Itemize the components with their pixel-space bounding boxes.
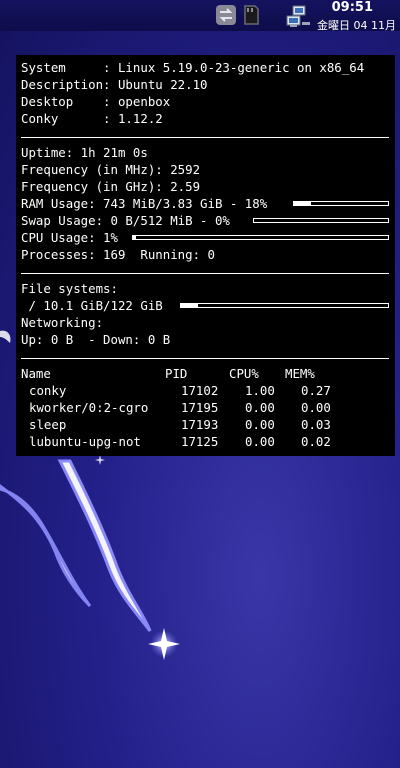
filesystems-label: File systems:: [21, 281, 118, 296]
network-traffic-line: Up: 0 B - Down: 0 B: [21, 332, 171, 347]
memory-card-icon[interactable]: [241, 5, 261, 25]
conky-version-line: Conky : 1.12.2: [21, 111, 163, 126]
process-cpu: 0.00: [245, 417, 275, 432]
ram-usage-bar-fill: [294, 202, 311, 205]
process-name: kworker/0:2-cgro: [29, 400, 149, 415]
root-filesystem-line: / 10.1 GiB/122 GiB: [21, 298, 163, 313]
uptime-line: Uptime: 1h 21m 0s: [21, 145, 148, 160]
process-mem: 0.02: [301, 434, 331, 449]
processes-line: Processes: 169 Running: 0: [21, 247, 215, 262]
process-name: lubuntu-upg-not: [29, 434, 141, 449]
process-pid: 17193: [181, 417, 219, 432]
divider: [21, 273, 389, 274]
root-filesystem-bar: [180, 303, 389, 308]
process-mem: 0.27: [301, 383, 331, 398]
conky-window: System : Linux 5.19.0-23-generic on x86_…: [16, 55, 395, 456]
root-filesystem-bar-fill: [181, 304, 198, 307]
swap-usage-line: Swap Usage: 0 B/512 MiB - 0%: [21, 213, 230, 228]
process-mem: 0.00: [301, 400, 331, 415]
cpu-usage-bar-fill: [133, 236, 136, 239]
process-pid: 17125: [181, 434, 219, 449]
process-pid: 17195: [181, 400, 219, 415]
ram-usage-line: RAM Usage: 743 MiB/3.83 GiB - 18%: [21, 196, 268, 211]
frequency-ghz-line: Frequency (in GHz): 2.59: [21, 179, 201, 194]
switch-icon[interactable]: [216, 5, 236, 25]
cpu-usage-bar: [132, 235, 389, 240]
network-icon[interactable]: [286, 5, 312, 29]
column-header-name: Name: [21, 366, 51, 381]
clock-time[interactable]: 09:51: [332, 0, 373, 15]
column-header-cpu: CPU%: [229, 366, 259, 381]
column-header-pid: PID: [165, 366, 188, 381]
ram-usage-bar: [293, 201, 389, 206]
divider: [21, 358, 389, 359]
top-panel: 09:51 金曜日 04 11月: [0, 0, 400, 33]
process-name: conky: [29, 383, 67, 398]
swap-usage-bar: [253, 218, 389, 223]
description-line: Description: Ubuntu 22.10: [21, 77, 208, 92]
process-pid: 17102: [181, 383, 219, 398]
process-mem: 0.03: [301, 417, 331, 432]
process-cpu: 0.00: [245, 400, 275, 415]
desktop-line: Desktop : openbox: [21, 94, 171, 109]
cpu-usage-line: CPU Usage: 1%: [21, 230, 118, 245]
column-header-mem: MEM%: [285, 366, 315, 381]
networking-label: Networking:: [21, 315, 104, 330]
process-name: sleep: [29, 417, 67, 432]
process-cpu: 0.00: [245, 434, 275, 449]
frequency-mhz-line: Frequency (in MHz): 2592: [21, 162, 201, 177]
divider: [21, 137, 389, 138]
clock-date[interactable]: 金曜日 04 11月: [317, 17, 396, 33]
process-cpu: 1.00: [245, 383, 275, 398]
system-line: System : Linux 5.19.0-23-generic on x86_…: [21, 60, 365, 75]
